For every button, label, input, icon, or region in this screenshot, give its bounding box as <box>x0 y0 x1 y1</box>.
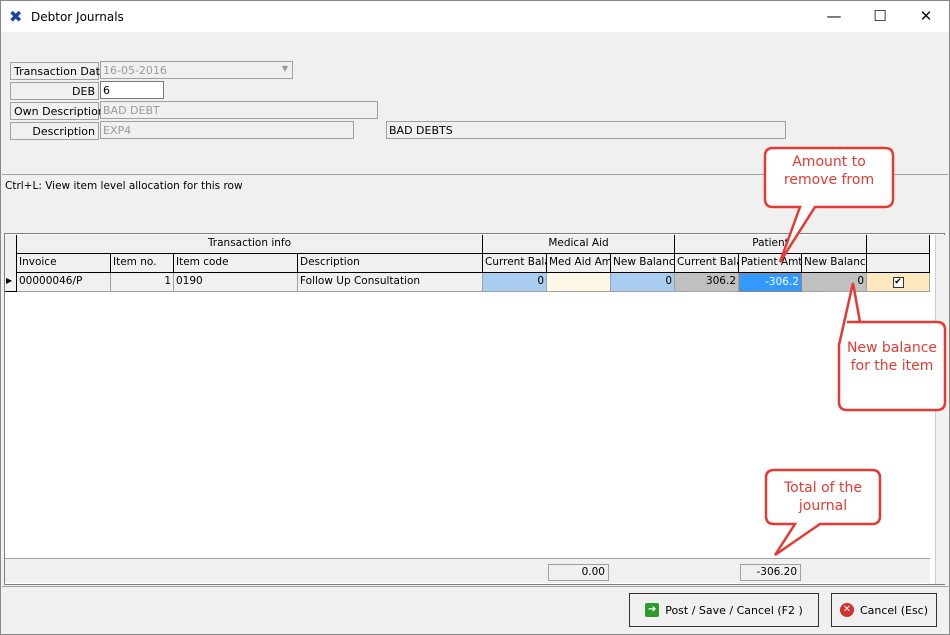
group-medical-aid: Medical Aid <box>483 235 675 254</box>
vertical-scrollbar[interactable] <box>935 235 945 584</box>
close-button[interactable]: ✕ <box>903 1 949 33</box>
title-bar: ✖ Debtor Journals — ☐ ✕ <box>0 0 950 32</box>
cell-pt-current-balance[interactable]: 306.2 <box>675 273 739 292</box>
minimize-button[interactable]: — <box>811 1 857 33</box>
total-patient: -306.20 <box>740 564 801 581</box>
col-patient-amt[interactable]: Patient Amt <box>739 254 802 273</box>
cell-item-no[interactable]: 1 <box>111 273 174 292</box>
callout-new-balance-text: New balance for the item <box>846 340 938 374</box>
own-description-label: Own Description <box>10 102 105 120</box>
transaction-date-label: Transaction Date <box>10 62 107 80</box>
post-save-cancel-button[interactable]: ➔ Post / Save / Cancel (F2 ) <box>629 593 819 627</box>
row-pointer-icon: ▶ <box>5 273 17 292</box>
group-select <box>867 235 930 254</box>
col-item-code[interactable]: Item code <box>174 254 298 273</box>
col-item-no[interactable]: Item no. <box>111 254 174 273</box>
maximize-button[interactable]: ☐ <box>857 1 903 33</box>
cancel-x-icon: ✕ <box>839 603 854 617</box>
description-label: Description <box>10 122 99 140</box>
col-pt-current-balance[interactable]: Current Bala <box>675 254 739 273</box>
col-invoice[interactable]: Invoice <box>17 254 111 273</box>
post-save-cancel-label: Post / Save / Cancel (F2 ) <box>665 603 803 617</box>
select-checkbox[interactable]: ✔ <box>892 277 904 288</box>
total-med-aid: 0.00 <box>548 564 609 581</box>
cell-select[interactable]: ✔ <box>867 273 930 292</box>
description-input[interactable]: EXP4 <box>100 121 354 139</box>
cancel-button[interactable]: ✕ Cancel (Esc) <box>831 593 937 627</box>
cell-item-code[interactable]: 0190 <box>174 273 298 292</box>
cell-patient-amt[interactable]: -306.2 <box>739 273 802 292</box>
cell-ma-current-balance[interactable]: 0 <box>483 273 547 292</box>
window-title: Debtor Journals <box>31 10 124 24</box>
hint-text: Ctrl+L: View item level allocation for t… <box>5 180 243 192</box>
own-description-input[interactable]: BAD DEBT <box>100 101 378 119</box>
cell-med-aid-amt[interactable] <box>547 273 611 292</box>
arrow-right-icon: ➔ <box>645 603 660 617</box>
transaction-date-combobox[interactable]: 16-05-2016 ▼ <box>100 61 293 79</box>
cell-invoice[interactable]: 00000046/P <box>17 273 111 292</box>
transaction-date-value: 16-05-2016 <box>103 64 167 77</box>
divider <box>2 586 948 587</box>
group-patient: Patient <box>675 235 867 254</box>
cell-pt-new-balance[interactable]: 0 <box>802 273 867 292</box>
cell-ma-new-balance[interactable]: 0 <box>611 273 675 292</box>
col-pt-new-balance[interactable]: New Balanc <box>802 254 867 273</box>
totals-row: 0.00 -306.20 <box>5 558 930 583</box>
deb-label: DEB <box>10 82 99 100</box>
col-ma-new-balance[interactable]: New Balanc <box>611 254 675 273</box>
cell-description[interactable]: Follow Up Consultation <box>298 273 483 292</box>
description-lookup: BAD DEBTS <box>386 121 786 139</box>
callout-amount-text: Amount to remove from <box>783 154 875 188</box>
col-med-aid-amt[interactable]: Med Aid Amt <box>547 254 611 273</box>
deb-input[interactable]: 6 <box>100 81 164 99</box>
col-select[interactable] <box>867 254 930 273</box>
cancel-label: Cancel (Esc) <box>859 603 929 617</box>
tools-icon: ✖ <box>9 7 23 26</box>
col-ma-current-balance[interactable]: Current Bala <box>483 254 547 273</box>
col-description[interactable]: Description <box>298 254 483 273</box>
chevron-down-icon[interactable]: ▼ <box>282 64 288 73</box>
callout-total-text: Total of the journal <box>783 480 863 514</box>
group-transaction-info: Transaction info <box>17 235 483 254</box>
journal-grid: Transaction info Medical Aid Patient Inv… <box>4 233 945 585</box>
